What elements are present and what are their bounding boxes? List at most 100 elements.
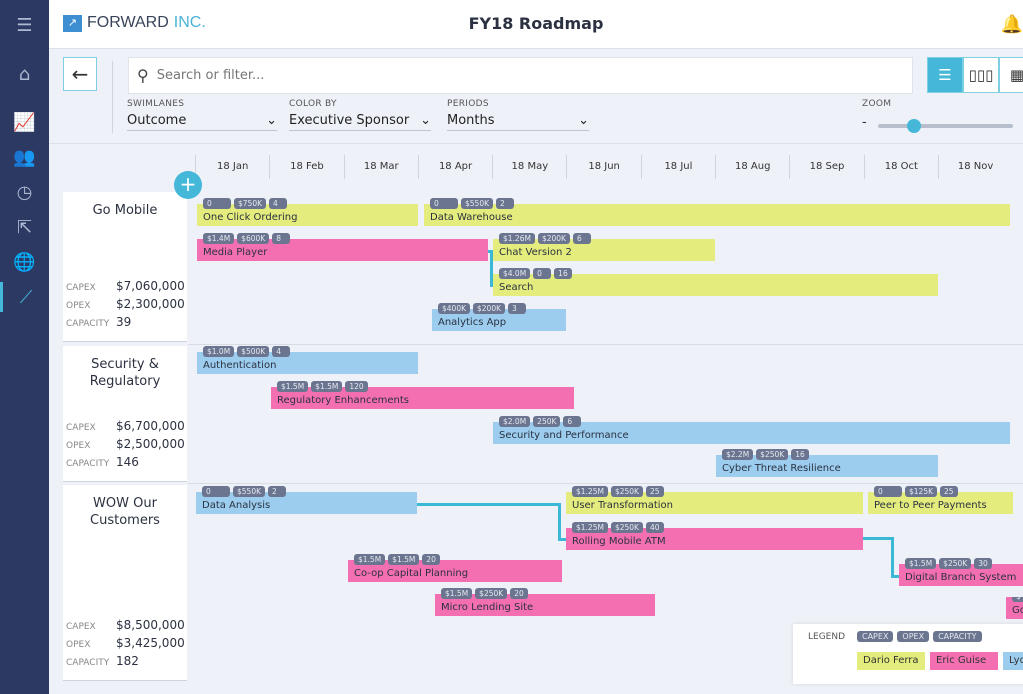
menu-icon[interactable]: ☰ [0, 10, 49, 40]
capacity-label: CAPACITY [66, 658, 110, 668]
capacity-badge: 25 [645, 486, 664, 497]
capex-badge: $1.25M [572, 522, 608, 533]
item-name: Rolling Mobile ATM [572, 536, 666, 547]
month-label: 18 Jan [195, 155, 269, 179]
opex-badge: $750K [234, 198, 267, 209]
capacity-value: 39 [116, 315, 132, 329]
globe-icon[interactable]: 🌐 [0, 247, 49, 277]
swimlanes-value: Outcome [127, 113, 187, 128]
search-icon: ⚲ [137, 66, 149, 85]
capacity-badge: 16 [554, 268, 573, 279]
search-input[interactable] [156, 68, 857, 83]
capacity-badge: 8 [272, 233, 291, 244]
clock-icon[interactable]: ◷ [0, 177, 49, 207]
capacity-label: CAPACITY [66, 459, 110, 469]
roadmap-item[interactable]: $1.5M $250K 30 Digital Branch System [899, 558, 1023, 586]
month-label: 18 Feb [269, 155, 343, 179]
search-box[interactable]: ⚲ [128, 57, 913, 94]
periods-select[interactable]: PERIODS Months ⌄ [447, 99, 589, 131]
roadmap-item[interactable]: $2.2M $250K 16 Cyber Threat Resilience [716, 449, 938, 477]
roadmap-item[interactable]: 0 $125K 25 Peer to Peer Payments [868, 486, 1013, 514]
capex-badge: $1.5M [354, 554, 386, 565]
opex-badge: $250K [756, 449, 789, 460]
opex-badge: $200K [537, 233, 570, 244]
opex-label: OPEX [66, 640, 91, 650]
legend-badge-capacity: CAPACITY [933, 631, 982, 642]
capacity-badge: 40 [645, 522, 664, 533]
home-icon[interactable]: ⌂ [0, 59, 49, 89]
view-switcher: ☰ ▯▯▯ ▦ [927, 57, 1023, 93]
roadmap-item[interactable]: $1.25M $250K 40 Rolling Mobile ATM [566, 522, 863, 550]
roadmap-item[interactable]: $ Go [1006, 597, 1023, 619]
roadmap-icon[interactable]: ⟋ [0, 282, 49, 312]
capacity-badge: 4 [269, 198, 288, 209]
capex-badge: $1.25M [572, 486, 608, 497]
color-by-select[interactable]: COLOR BY Executive Sponsor ⌄ [289, 99, 431, 131]
roadmap-item[interactable]: $1.25M $250K 25 User Transformation [566, 486, 863, 514]
chart-icon[interactable]: 📈 [0, 107, 49, 137]
legend: LEGEND CAPEX OPEX CAPACITY Dario Ferra Eric… [793, 624, 1023, 684]
capacity-badge: 120 [345, 381, 368, 392]
capex-badge: $1.26M [499, 233, 535, 244]
month-label: 18 May [492, 155, 566, 179]
opex-badge: 250K [533, 416, 561, 427]
opex-value: $3,425,000 [116, 636, 185, 650]
item-name: User Transformation [572, 500, 673, 511]
capacity-badge: 2 [268, 486, 287, 497]
gantt-view-icon[interactable]: ☰ [927, 57, 963, 93]
opex-badge: $250K [475, 588, 508, 599]
roadmap-item[interactable]: $400K $200K 3 Analytics App [432, 303, 566, 331]
users-icon[interactable]: 👥 [0, 142, 49, 172]
opex-label: OPEX [66, 441, 91, 451]
item-name: One Click Ordering [203, 212, 298, 223]
capex-badge: $2.2M [722, 449, 754, 460]
capex-value: $6,700,000 [116, 419, 185, 433]
roadmap-item[interactable]: $2.0M 250K 6 Security and Performance [493, 416, 1010, 444]
swimlanes-label: SWIMLANES [127, 99, 185, 109]
zoom-slider[interactable] [878, 119, 1013, 133]
roadmap-item[interactable]: $1.5M $1.5M 20 Co-op Capital Planning [348, 554, 562, 582]
roadmap-item[interactable]: $1.4M $600K 8 Media Player [197, 233, 488, 261]
roadmap-item[interactable]: 0 $550K 2 Data Warehouse [424, 198, 1010, 226]
roadmap-item[interactable]: $1.26M $200K 6 Chat Version 2 [493, 233, 715, 261]
roadmap-item[interactable]: 0 $750K 4 One Click Ordering [197, 198, 418, 226]
legend-badge-opex: OPEX [897, 631, 930, 642]
capex-badge: $1.5M [905, 558, 937, 569]
opex-badge: $600K [237, 233, 270, 244]
roadmap-item[interactable]: 0 $550K 2 Data Analysis [196, 486, 417, 514]
page-title: FY18 Roadmap [468, 14, 604, 33]
capacity-badge: 6 [563, 416, 582, 427]
top-bar: ↗ FORWARD INC. FY18 Roadmap 🔔 [49, 0, 1023, 49]
capacity-badge: 20 [510, 588, 529, 599]
item-name: Security and Performance [499, 430, 629, 441]
opex-badge: $250K [939, 558, 972, 569]
back-button[interactable]: ← [63, 57, 97, 91]
roadmap-item[interactable]: $1.5M $1.5M 120 Regulatory Enhancements [271, 381, 574, 409]
columns-view-icon[interactable]: ▯▯▯ [963, 57, 999, 93]
capex-label: CAPEX [66, 283, 96, 293]
capex-label: CAPEX [66, 622, 96, 632]
opex-badge: 0 [533, 268, 552, 279]
roadmap-item[interactable]: $1.5M $250K 20 Micro Lending Site [435, 588, 655, 616]
capex-badge: 0 [874, 486, 902, 497]
roadmap-item[interactable]: $1.0M $500K 4 Authentication [197, 346, 418, 374]
item-name: Data Warehouse [430, 212, 513, 223]
roadmap-item[interactable]: $4.0M 0 16 Search [493, 268, 938, 296]
chevron-down-icon: ⌄ [420, 113, 431, 128]
grid-view-icon[interactable]: ▦ [999, 57, 1023, 93]
color-by-value: Executive Sponsor [289, 113, 410, 128]
capex-badge: $1.5M [441, 588, 473, 599]
export-icon[interactable]: ⇱ [0, 212, 49, 242]
opex-badge: $250K [610, 486, 643, 497]
capacity-value: 146 [116, 455, 139, 469]
zoom-slider-handle[interactable] [907, 119, 922, 133]
capex-badge: $1.4M [203, 233, 235, 244]
capex-label: CAPEX [66, 423, 96, 433]
month-label: 18 Oct [863, 155, 938, 179]
zoom-out-button[interactable]: - [862, 115, 867, 130]
item-name: Regulatory Enhancements [277, 395, 409, 406]
add-button[interactable]: + [174, 171, 202, 199]
swimlanes-select[interactable]: SWIMLANES Outcome ⌄ [127, 99, 277, 131]
opex-value: $2,500,000 [116, 437, 185, 451]
bell-icon[interactable]: 🔔 [1001, 14, 1023, 35]
